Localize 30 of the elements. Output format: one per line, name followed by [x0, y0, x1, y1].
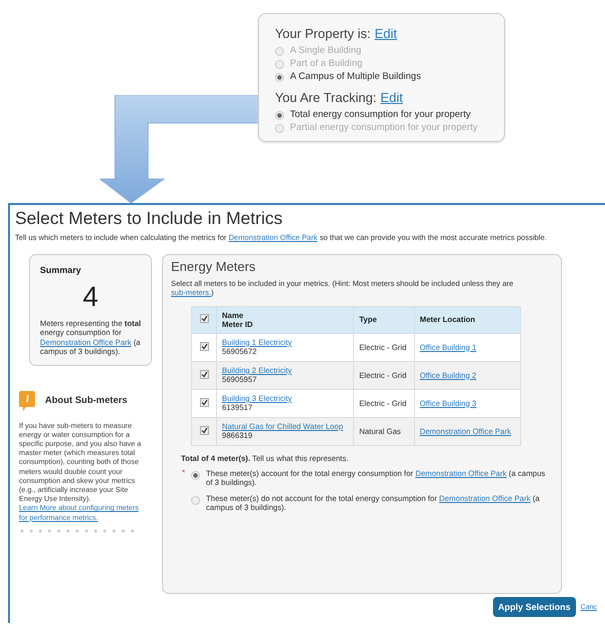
- checkbox[interactable]: [200, 314, 208, 324]
- summary-title: Summary: [40, 265, 82, 275]
- option-label: Total energy consumption for your property: [290, 109, 471, 120]
- option-label: Partial energy consumption for your property: [290, 122, 478, 133]
- checkbox[interactable]: [200, 398, 208, 407]
- meter-count: 4: [82, 281, 100, 313]
- option-label: Part of a Building: [290, 58, 362, 69]
- required-mark: *: [182, 468, 186, 478]
- page-title: Select Meters to Include in Metrics: [15, 208, 284, 229]
- radio-button[interactable]: [275, 111, 284, 120]
- checkbox[interactable]: [200, 342, 208, 351]
- info-bubble-icon: [19, 390, 35, 411]
- checkbox[interactable]: [200, 426, 208, 435]
- edit-link[interactable]: Edit: [374, 26, 398, 41]
- radio-button[interactable]: [275, 60, 284, 69]
- tracking-heading: You Are Tracking:: [275, 90, 376, 105]
- option-label: A Campus of Multiple Buildings: [290, 71, 421, 82]
- radio-button[interactable]: [191, 496, 200, 505]
- panel-title: Energy Meters: [171, 259, 257, 274]
- radio-button[interactable]: [275, 47, 284, 56]
- checkbox[interactable]: [200, 370, 208, 379]
- radio-button[interactable]: [275, 73, 284, 82]
- property-heading: Your Property is:: [275, 26, 371, 41]
- about-title: About Sub-meters: [45, 395, 128, 406]
- radio-button[interactable]: [275, 124, 284, 133]
- radio-button[interactable]: [191, 470, 200, 480]
- option-label: A Single Building: [290, 45, 362, 56]
- apply-selections-button[interactable]: Apply Selections: [493, 597, 576, 617]
- edit-link[interactable]: Edit: [380, 90, 403, 105]
- arrow-icon: [100, 95, 258, 203]
